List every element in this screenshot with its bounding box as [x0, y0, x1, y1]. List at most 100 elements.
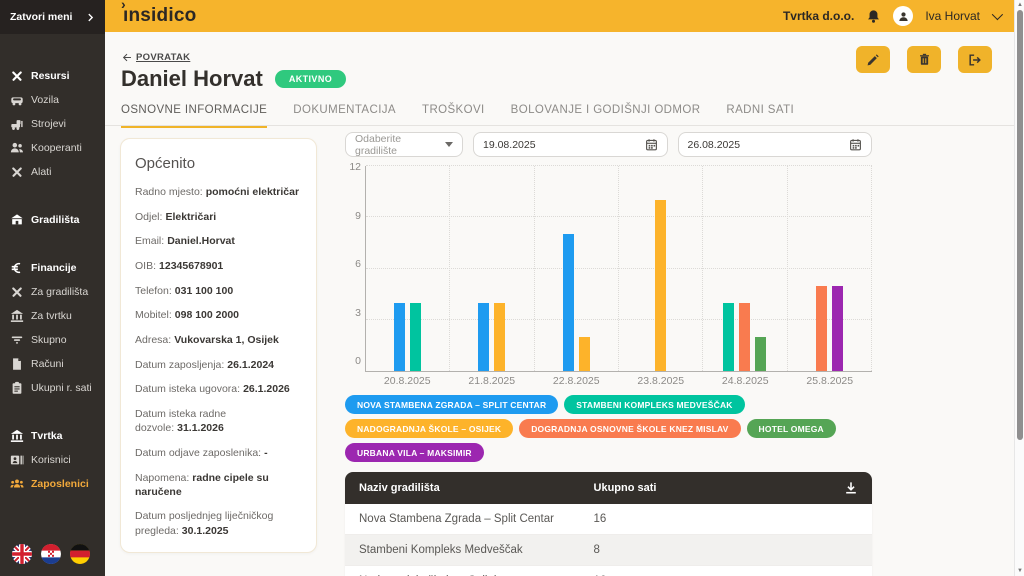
- hours-bar-chart: 129630 20.8.202521.8.202522.8.202523.8.2…: [345, 166, 872, 387]
- sidebar-item-za-gradilista[interactable]: Za gradilišta: [0, 280, 105, 304]
- download-button[interactable]: [844, 481, 858, 495]
- x-tick-label: 21.8.2025: [450, 375, 535, 387]
- edit-button[interactable]: [856, 46, 890, 73]
- sidebar-item-label: Financije: [31, 262, 77, 274]
- chart-band: [788, 166, 872, 371]
- sidebar-item-ukupni-r-sati[interactable]: Ukupni r. sati: [0, 376, 105, 400]
- sidebar-item-label: Vozila: [31, 94, 59, 106]
- cell-total-hours: 16: [594, 513, 858, 525]
- scrollbar-thumb[interactable]: [1017, 10, 1023, 440]
- sidebar-item-alati[interactable]: Alati: [0, 160, 105, 184]
- sidebar-item-label: Za tvrtku: [31, 310, 72, 322]
- legend-chip[interactable]: Dogradnja osnovne škole Knez Mislav: [519, 419, 740, 438]
- status-badge: AKTIVNO: [275, 70, 346, 88]
- site-select[interactable]: Odaberite gradilište: [345, 132, 463, 157]
- sidebar-item-korisnici[interactable]: Korisnici: [0, 448, 105, 472]
- sidebar-item-label: Skupno: [31, 334, 67, 346]
- column-header-naziv: Naziv gradilišta: [359, 482, 594, 494]
- vertical-scrollbar[interactable]: ▲ ▼: [1014, 0, 1024, 576]
- close-menu-button[interactable]: Zatvori meni: [0, 0, 105, 34]
- sidebar-item-label: Računi: [31, 358, 64, 370]
- euro-icon: [10, 261, 24, 275]
- tools-icon: [10, 69, 24, 83]
- sidebar-item-vozila[interactable]: Vozila: [0, 88, 105, 112]
- info-field: Radno mjesto:pomoćni električar: [135, 185, 302, 199]
- card-title: Općenito: [135, 155, 302, 172]
- legend-chip[interactable]: Nova Stambena Zgrada – Split Centar: [345, 395, 558, 414]
- sidebar-item-label: Alati: [31, 166, 51, 178]
- y-tick-label: 12: [349, 161, 361, 173]
- bar: [832, 286, 843, 371]
- y-tick-label: 0: [355, 355, 361, 367]
- chart-plot: [365, 166, 872, 372]
- info-field: Odjel:Električari: [135, 210, 302, 224]
- sidebar-item-resursi[interactable]: Resursi: [0, 64, 105, 88]
- company-name: Tvrtka d.o.o.: [783, 9, 854, 23]
- machine-icon: [10, 117, 24, 131]
- info-field: Telefon:031 100 100: [135, 284, 302, 298]
- cell-site-name: Nova Stambena Zgrada – Split Centar: [359, 513, 594, 525]
- tools-icon: [10, 285, 24, 299]
- sidebar-item-tvrtka[interactable]: Tvrtka: [0, 424, 105, 448]
- action-buttons: [856, 46, 992, 73]
- page-title: Daniel Horvat: [121, 66, 263, 92]
- flag-germany-icon[interactable]: [70, 544, 90, 564]
- calendar-icon[interactable]: [645, 138, 658, 151]
- y-tick-label: 3: [355, 307, 361, 319]
- scroll-down-arrow-icon[interactable]: ▼: [1015, 566, 1024, 576]
- sidebar-item-label: Korisnici: [31, 454, 71, 466]
- sidebar-item-gradilista[interactable]: Gradilišta: [0, 208, 105, 232]
- x-tick-label: 23.8.2025: [619, 375, 704, 387]
- sidebar-item-racuni[interactable]: Računi: [0, 352, 105, 376]
- back-link[interactable]: POVRATAK: [122, 52, 190, 63]
- legend-chip[interactable]: Urbana vila – Maksimir: [345, 443, 484, 462]
- sidebar-item-label: Strojevi: [31, 118, 66, 130]
- sidebar-item-strojevi[interactable]: Strojevi: [0, 112, 105, 136]
- tools-icon: [10, 165, 24, 179]
- sidebar-item-kooperanti[interactable]: Kooperanti: [0, 136, 105, 160]
- table-row: Stambeni Kompleks Medveščak 8: [345, 535, 872, 566]
- info-field: Datum posljednjeg liječničkog pregleda:3…: [135, 509, 302, 537]
- scroll-up-arrow-icon[interactable]: ▲: [1015, 0, 1024, 10]
- calendar-icon[interactable]: [849, 138, 862, 151]
- pencil-icon: [866, 53, 880, 67]
- flag-uk-icon[interactable]: [12, 544, 32, 564]
- sidebar-item-zaposlenici[interactable]: Zaposlenici: [0, 472, 105, 496]
- download-icon: [844, 481, 858, 495]
- bar: [563, 234, 574, 371]
- date-from-input[interactable]: 19.08.2025: [473, 132, 668, 157]
- legend-chip[interactable]: Nadogradnja škole – Osijek: [345, 419, 513, 438]
- flag-croatia-icon[interactable]: [41, 544, 61, 564]
- sidebar-item-financije[interactable]: Financije: [0, 256, 105, 280]
- table-row: Nadogradnja škole – Osijek 16: [345, 566, 872, 576]
- filter-icon: [10, 333, 24, 347]
- construction-site-icon: [10, 213, 24, 227]
- trash-icon: [918, 53, 931, 66]
- info-field: OIB:12345678901: [135, 259, 302, 273]
- user-menu-chevron-icon[interactable]: [992, 9, 1003, 20]
- bar: [739, 303, 750, 371]
- sidebar-item-label: Gradilišta: [31, 214, 79, 226]
- chart-legend: Nova Stambena Zgrada – Split Centar Stamb…: [345, 395, 872, 462]
- sidebar-item-za-tvrtku[interactable]: Za tvrtku: [0, 304, 105, 328]
- user-avatar[interactable]: [893, 6, 913, 26]
- date-to-input[interactable]: 26.08.2025: [678, 132, 873, 157]
- table-header: Naziv gradilišta Ukupno sati: [345, 472, 872, 504]
- sidebar-item-label: Resursi: [31, 70, 70, 82]
- legend-chip[interactable]: Hotel Omega: [747, 419, 836, 438]
- user-name[interactable]: Iva Horvat: [925, 9, 980, 23]
- arrow-left-icon: [122, 53, 132, 62]
- info-field: Datum isteka radne dozvole:31.1.2026: [135, 407, 302, 435]
- info-field: Datum isteka ugovora:26.1.2026: [135, 382, 302, 396]
- filters: Odaberite gradilište 19.08.2025 26.08.20…: [345, 132, 872, 157]
- chart-band: [450, 166, 534, 371]
- notifications-bell-icon[interactable]: [866, 9, 881, 24]
- delete-button[interactable]: [907, 46, 941, 73]
- info-field: Napomena:radne cipele su naručene: [135, 471, 302, 499]
- legend-chip[interactable]: Stambeni Kompleks Medveščak: [564, 395, 744, 414]
- app-logo[interactable]: ›ınsidico: [123, 5, 196, 27]
- sidebar-item-skupno[interactable]: Skupno: [0, 328, 105, 352]
- deactivate-logout-button[interactable]: [958, 46, 992, 73]
- main-content: POVRATAK Daniel Horvat AKTIVNO OSNOVNE I…: [105, 32, 1014, 576]
- people-icon: [10, 141, 24, 155]
